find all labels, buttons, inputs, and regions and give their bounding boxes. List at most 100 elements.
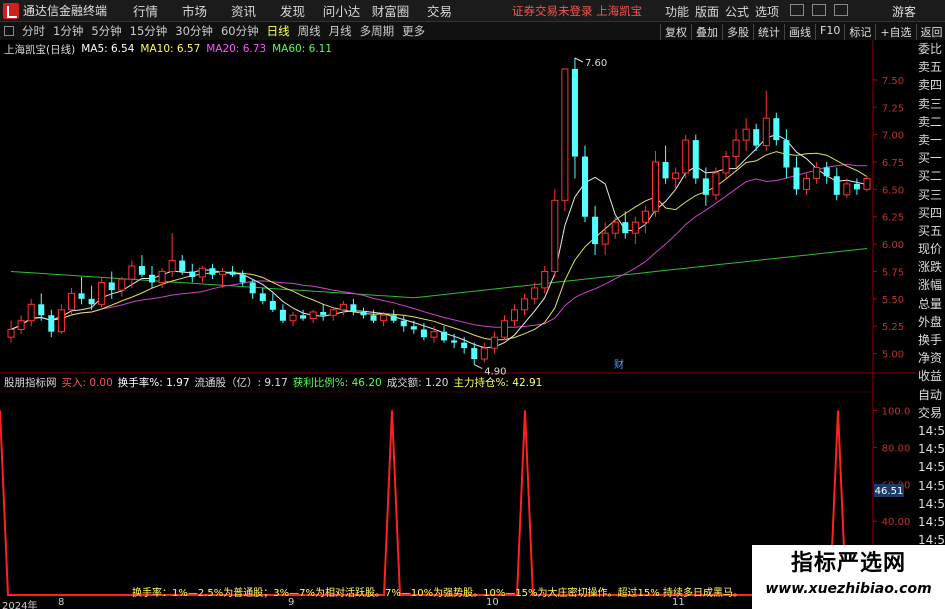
quote-label-0[interactable]: 委比 xyxy=(918,40,945,58)
high-price-label: 7.60 xyxy=(585,58,607,69)
low-pointer xyxy=(474,364,483,369)
period-tab-10[interactable]: 更多 xyxy=(398,23,429,39)
menu-trade[interactable]: 交易 xyxy=(415,1,464,20)
candle-body-7 xyxy=(78,293,85,299)
ma-value-3: MA60: 6.11 xyxy=(272,43,332,55)
turnover-note: 换手率：1%—2.5%为普通股；3%—7%为相对活跃股。7%—10%为强势股。1… xyxy=(132,588,743,599)
candle-body-43 xyxy=(441,331,448,341)
login-notice[interactable]: 证券交易未登录 上海凯宝 xyxy=(512,3,642,19)
tool-button-8[interactable]: 返回 xyxy=(915,24,945,40)
candle-body-10 xyxy=(108,282,115,291)
period-tab-6[interactable]: 日线 xyxy=(263,23,294,39)
candle-body-2 xyxy=(27,303,35,322)
quote-label-17[interactable]: 净资 xyxy=(918,349,945,367)
tool-button-3[interactable]: 统计 xyxy=(753,24,784,40)
period-tab-0[interactable]: 分时 xyxy=(18,23,49,39)
quote-label-12[interactable]: 涨跌 xyxy=(918,258,945,276)
quote-label-7[interactable]: 买二 xyxy=(918,167,945,185)
candle-body-65 xyxy=(662,162,669,179)
menu-formula[interactable]: 公式 xyxy=(722,3,752,20)
period-tab-5[interactable]: 60分钟 xyxy=(217,23,263,39)
menu-layout[interactable]: 版面 xyxy=(692,3,722,20)
candle-body-34 xyxy=(350,304,357,312)
close-icon[interactable] xyxy=(834,4,848,16)
period-tab-4[interactable]: 30分钟 xyxy=(171,23,217,39)
menu-discover[interactable]: 发现 xyxy=(268,1,317,20)
quote-label-16[interactable]: 换手 xyxy=(918,331,945,349)
quote-label-11[interactable]: 现价 xyxy=(918,240,945,258)
period-tab-2[interactable]: 5分钟 xyxy=(87,23,125,39)
quote-label-24[interactable]: 14:56 xyxy=(918,477,945,495)
candle-body-82 xyxy=(833,176,840,195)
indicator-field-1: 换手率%: 1.97 xyxy=(117,376,190,389)
minimize-icon[interactable] xyxy=(790,4,804,16)
candle-body-68 xyxy=(692,140,699,179)
quote-label-20[interactable]: 交易 xyxy=(918,404,945,422)
quote-label-15[interactable]: 外盘 xyxy=(918,313,945,331)
watermark: 指标严选网 www.xuezhibiao.com xyxy=(752,545,945,609)
quote-label-3[interactable]: 卖三 xyxy=(918,95,945,113)
quote-label-2[interactable]: 卖四 xyxy=(918,76,945,94)
tool-button-6[interactable]: 标记 xyxy=(844,24,875,40)
menu-market[interactable]: 市场 xyxy=(170,1,219,20)
menu-news[interactable]: 资讯 xyxy=(219,1,268,20)
candle-body-63 xyxy=(641,210,649,223)
quote-label-22[interactable]: 14:56 xyxy=(918,440,945,458)
stock-name[interactable]: 上海凯宝(日线) xyxy=(4,42,75,57)
tool-button-4[interactable]: 画线 xyxy=(784,24,815,40)
period-tab-3[interactable]: 15分钟 xyxy=(126,23,172,39)
period-tab-1[interactable]: 1分钟 xyxy=(49,23,87,39)
menu-ask[interactable]: 问小达 xyxy=(317,1,366,20)
candle-body-77 xyxy=(783,140,790,168)
indicator-field-0: 买入: 0.00 xyxy=(61,376,113,389)
indicator-field-3: 获利比例%: 46.20 xyxy=(292,376,382,389)
quote-side-labels: 委比 卖五 卖四 卖三 卖二 卖一 买一 买二 买三 买四 买五 现价 涨跌 涨幅 总量 外盘 换手 净资 收益 自动… xyxy=(918,40,945,604)
main-menu: 行情 市场 资讯 发现 问小达 财富圈 交易 xyxy=(121,1,464,20)
quote-label-21[interactable]: 14:56 xyxy=(918,422,945,440)
quote-label-13[interactable]: 涨幅 xyxy=(918,276,945,294)
menu-function[interactable]: 功能 xyxy=(662,3,692,20)
maximize-icon[interactable] xyxy=(812,4,826,16)
quote-label-5[interactable]: 卖一 xyxy=(918,131,945,149)
quote-label-8[interactable]: 买三 xyxy=(918,186,945,204)
quote-label-4[interactable]: 卖二 xyxy=(918,113,945,131)
quote-label-18[interactable]: 收益 xyxy=(918,367,945,385)
tool-button-2[interactable]: 多股 xyxy=(722,24,753,40)
period-tab-9[interactable]: 多周期 xyxy=(356,23,399,39)
menu-wealth[interactable]: 财富圈 xyxy=(366,1,415,20)
candle-body-83 xyxy=(843,183,851,196)
y-tick-label-3: 6.75 xyxy=(882,158,904,169)
tool-button-7[interactable]: +自选 xyxy=(875,24,915,40)
tool-button-1[interactable]: 叠加 xyxy=(691,24,722,40)
tool-button-0[interactable]: 复权 xyxy=(660,24,691,40)
chart-tools: 复权 叠加 多股 统计 画线 F10 标记 +自选 返回 xyxy=(660,24,945,40)
candle-body-46 xyxy=(471,348,478,360)
menu-options[interactable]: 选项 xyxy=(752,3,782,20)
quote-label-1[interactable]: 卖五 xyxy=(918,58,945,76)
kline-chart[interactable]: 7.50 7.25 7.00 6.75 6.50 6.25 6.00 5.75 5.50 5.25… xyxy=(0,40,918,597)
tool-button-5[interactable]: F10 xyxy=(815,24,844,40)
candle-body-39 xyxy=(400,320,407,327)
candle-body-19 xyxy=(198,267,206,278)
quote-label-14[interactable]: 总量 xyxy=(918,295,945,313)
period-tab-8[interactable]: 月线 xyxy=(325,23,356,39)
candle-body-16 xyxy=(168,260,176,272)
main-info-line: 上海凯宝(日线) MA5: 6.54 MA10: 6.57 MA20: 6.73 MA… xyxy=(4,41,338,57)
candle-body-28 xyxy=(289,314,297,322)
quote-label-6[interactable]: 买一 xyxy=(918,149,945,167)
candle-body-53 xyxy=(541,270,549,289)
period-toolbar: 分时 1分钟 5分钟 15分钟 30分钟 60分钟 日线 周线 月线 多周期 更多 复权 叠加 多股 统计… xyxy=(0,22,945,40)
quote-label-9[interactable]: 买四 xyxy=(918,204,945,222)
quote-label-19[interactable]: 自动 xyxy=(918,386,945,404)
panel-toggle-icon[interactable] xyxy=(4,25,14,36)
quote-label-26[interactable]: 14:56 xyxy=(918,513,945,531)
quote-label-25[interactable]: 14:56 xyxy=(918,495,945,513)
guest-user[interactable]: 游客 xyxy=(892,3,916,20)
indicator-name[interactable]: 股朋指标网 xyxy=(4,375,57,390)
quote-label-10[interactable]: 买五 xyxy=(918,222,945,240)
period-tab-7[interactable]: 周线 xyxy=(294,23,325,39)
menu-quotes[interactable]: 行情 xyxy=(121,1,170,20)
y-tick-label-8: 5.50 xyxy=(882,295,904,306)
quote-label-23[interactable]: 14:56 xyxy=(918,458,945,476)
candle-body-69 xyxy=(702,178,709,195)
